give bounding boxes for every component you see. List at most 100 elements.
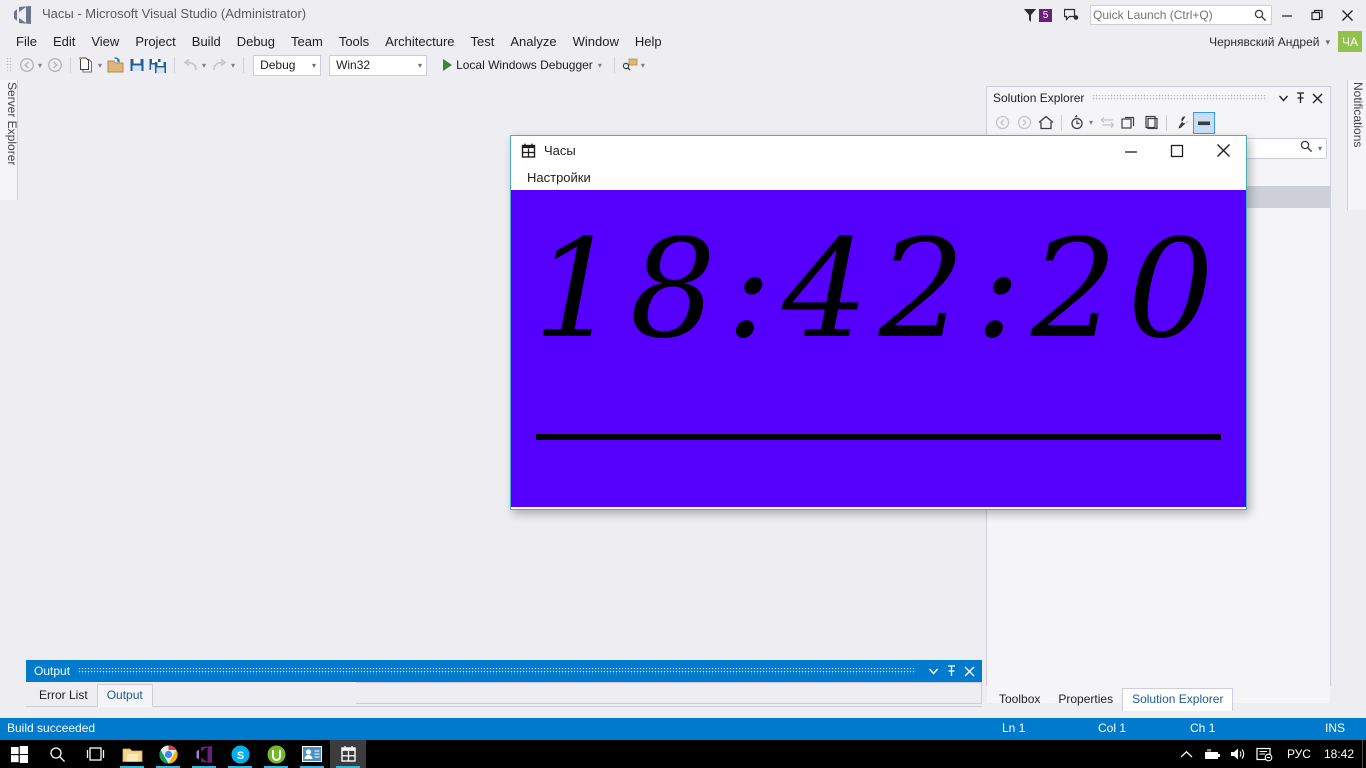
battery-icon[interactable]: [1200, 740, 1226, 768]
chevron-down-icon[interactable]: ▾: [1318, 144, 1322, 153]
tab-properties[interactable]: Properties: [1049, 689, 1122, 711]
solution-configuration-combo[interactable]: Debug ▾: [253, 54, 322, 76]
flag-icon: [1023, 8, 1037, 23]
drag-handle[interactable]: [1092, 95, 1267, 101]
redo-caret-icon[interactable]: ▾: [231, 61, 235, 70]
volume-icon[interactable]: [1226, 740, 1252, 768]
clock-app-window[interactable]: Часы Настройки 18:42:20: [510, 135, 1247, 510]
status-line: Ln 1: [1002, 721, 1026, 735]
new-item-caret-icon[interactable]: ▾: [98, 61, 102, 70]
clock-maximize-button[interactable]: [1154, 136, 1200, 165]
open-file-button[interactable]: [105, 54, 127, 76]
clock-minimize-button[interactable]: [1108, 136, 1154, 165]
chevron-down-icon[interactable]: ▾: [1325, 37, 1330, 48]
utorrent-button[interactable]: [258, 740, 294, 768]
menu-item-settings[interactable]: Настройки: [527, 170, 591, 185]
close-button[interactable]: [1332, 2, 1362, 28]
chevron-down-icon[interactable]: [1275, 90, 1292, 107]
sync-icon[interactable]: [1096, 112, 1118, 134]
tab-solution-explorer[interactable]: Solution Explorer: [1122, 688, 1234, 711]
chevron-up-icon[interactable]: [1174, 740, 1200, 768]
task-view-button[interactable]: [76, 740, 114, 768]
minimize-button[interactable]: [1272, 2, 1302, 28]
menu-item-project[interactable]: Project: [127, 32, 183, 51]
menu-item-view[interactable]: View: [83, 32, 127, 51]
start-debugging-button[interactable]: Local Windows Debugger ▾: [439, 54, 609, 76]
chrome-button[interactable]: [150, 740, 186, 768]
undo-caret-icon[interactable]: ▾: [202, 61, 206, 70]
chevron-down-icon[interactable]: [924, 662, 942, 680]
notifications-button[interactable]: 5: [1023, 8, 1052, 23]
close-icon[interactable]: [960, 662, 978, 680]
back-icon[interactable]: [991, 112, 1013, 134]
toolbar-grip[interactable]: [6, 57, 12, 73]
navigate-back-button[interactable]: [17, 54, 37, 76]
start-button[interactable]: [0, 740, 38, 768]
action-center-icon[interactable]: [1252, 740, 1278, 768]
menu-item-build[interactable]: Build: [184, 32, 229, 51]
tab-output[interactable]: Output: [96, 684, 153, 707]
status-column: Col 1: [1098, 721, 1127, 735]
sidebar-item-server-explorer[interactable]: Server Explorer: [0, 80, 19, 200]
menu-item-edit[interactable]: Edit: [45, 32, 83, 51]
menu-item-debug[interactable]: Debug: [229, 32, 283, 51]
menu-item-help[interactable]: Help: [627, 32, 670, 51]
right-tool-rail: Notifications: [1347, 80, 1366, 688]
skype-button[interactable]: S: [222, 740, 258, 768]
contacts-button[interactable]: [294, 740, 330, 768]
new-item-button[interactable]: [76, 54, 97, 76]
show-desktop-button[interactable]: [1362, 740, 1366, 768]
sidebar-item-notifications[interactable]: Notifications: [1347, 80, 1366, 210]
menu-item-team[interactable]: Team: [283, 32, 331, 51]
clock-close-button[interactable]: [1200, 136, 1246, 165]
feedback-icon[interactable]: [1063, 8, 1080, 23]
pin-icon[interactable]: [1292, 90, 1309, 107]
language-indicator[interactable]: РУС: [1278, 747, 1320, 761]
chevron-down-icon[interactable]: ▾: [312, 61, 316, 70]
search-button[interactable]: [38, 740, 76, 768]
status-message: Build succeeded: [7, 721, 96, 735]
avatar[interactable]: ЧА: [1338, 31, 1362, 53]
visual-studio-button[interactable]: [186, 740, 222, 768]
undo-button[interactable]: [180, 54, 201, 76]
menu-item-architecture[interactable]: Architecture: [377, 32, 462, 51]
menu-item-window[interactable]: Window: [565, 32, 627, 51]
tab-toolbox[interactable]: Toolbox: [990, 689, 1049, 711]
restore-button[interactable]: [1302, 2, 1332, 28]
drag-handle[interactable]: [78, 668, 916, 674]
quick-launch-input[interactable]: [1093, 6, 1247, 24]
solution-platform-combo[interactable]: Win32 ▾: [329, 54, 428, 76]
home-icon[interactable]: [1035, 112, 1057, 134]
menu-item-analyze[interactable]: Analyze: [502, 32, 564, 51]
navigate-forward-button[interactable]: [45, 54, 65, 76]
menu-item-file[interactable]: File: [8, 32, 45, 51]
forward-icon[interactable]: [1013, 112, 1035, 134]
clock-app-button[interactable]: [330, 740, 366, 768]
properties-icon[interactable]: [1171, 112, 1193, 134]
navigate-back-caret-icon[interactable]: ▾: [38, 61, 42, 70]
menu-item-tools[interactable]: Tools: [331, 32, 377, 51]
redo-button[interactable]: [209, 54, 230, 76]
collapse-all-icon[interactable]: [1118, 112, 1140, 134]
attach-to-process-button[interactable]: [620, 54, 640, 76]
show-all-files-icon[interactable]: [1140, 112, 1162, 134]
toolbar-overflow-button[interactable]: ▾: [641, 61, 645, 70]
chevron-down-icon[interactable]: ▾: [418, 61, 422, 70]
close-icon[interactable]: [1309, 90, 1326, 107]
chevron-down-icon[interactable]: ▾: [1089, 118, 1093, 127]
user-account-area[interactable]: Чернявский Андрей ▾ ЧА: [1209, 30, 1366, 54]
save-button[interactable]: [127, 54, 147, 76]
file-explorer-button[interactable]: [114, 740, 150, 768]
pin-icon[interactable]: [942, 662, 960, 680]
save-all-button[interactable]: [147, 54, 169, 76]
quick-launch-box[interactable]: [1090, 5, 1272, 25]
preview-selected-items-icon[interactable]: [1193, 111, 1216, 134]
toolbar-separator: [70, 57, 72, 73]
separator: [1061, 114, 1062, 131]
taskbar-clock[interactable]: 18:42: [1320, 747, 1366, 761]
menu-item-test[interactable]: Test: [463, 32, 503, 51]
pending-changes-icon[interactable]: [1066, 112, 1088, 134]
chevron-down-icon[interactable]: ▾: [598, 61, 602, 70]
tab-error-list[interactable]: Error List: [30, 685, 97, 706]
status-bar: Build succeeded Ln 1 Col 1 Ch 1 INS: [0, 718, 1366, 740]
